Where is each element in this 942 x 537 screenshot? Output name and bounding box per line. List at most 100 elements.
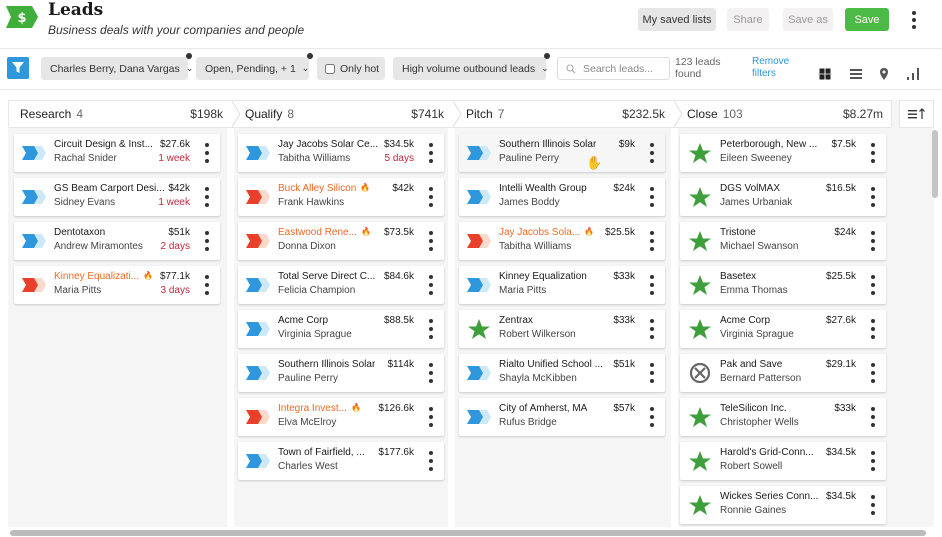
stage-header-research[interactable]: Research 4 $198k: [9, 101, 231, 127]
lead-card[interactable]: Dentotaxon Andrew Miramontes $51k 2 days: [14, 222, 220, 260]
lead-card[interactable]: Circuit Design & Inst... Rachal Snider $27…: [14, 134, 220, 172]
stage-header-pitch[interactable]: Pitch 7 $232.5k: [462, 101, 673, 127]
lead-company[interactable]: TeleSilicon Inc.: [720, 403, 787, 414]
vertical-scrollbar[interactable]: [932, 130, 938, 198]
grid-icon[interactable]: [818, 67, 832, 81]
filter-toggle-button[interactable]: [7, 57, 29, 79]
save-button[interactable]: Save: [845, 8, 889, 31]
bar-chart-icon[interactable]: [906, 67, 920, 81]
lead-company[interactable]: Southern Illinois Solar: [278, 359, 375, 370]
card-menu-button[interactable]: [203, 231, 211, 251]
lead-company[interactable]: Peterborough, New ...: [720, 139, 817, 150]
lead-card[interactable]: Basetex Emma Thomas $25.5k: [680, 266, 886, 304]
status-filter-dropdown[interactable]: Open, Pending, + 1 ⌄: [196, 53, 313, 80]
card-menu-button[interactable]: [869, 363, 877, 383]
lead-company[interactable]: Circuit Design & Inst...: [54, 139, 153, 150]
more-options-button[interactable]: [905, 9, 923, 31]
card-menu-button[interactable]: [648, 363, 656, 383]
lead-company[interactable]: Town of Fairfield, ...: [278, 447, 365, 458]
share-button[interactable]: Share: [727, 8, 769, 31]
card-menu-button[interactable]: [427, 363, 435, 383]
list-icon[interactable]: [849, 67, 863, 81]
stage-header-qualify[interactable]: Qualify 8 $741k: [241, 101, 452, 127]
card-menu-button[interactable]: [648, 275, 656, 295]
lead-card[interactable]: Eastwood Rene... 🔥 Donna Dixon $73.5k: [238, 222, 444, 260]
sort-button[interactable]: [899, 100, 934, 128]
horizontal-scrollbar[interactable]: [10, 530, 926, 536]
lead-company[interactable]: Eastwood Rene...: [278, 227, 357, 238]
lead-card[interactable]: Acme Corp Virginia Sprague $27.6k: [680, 310, 886, 348]
card-menu-button[interactable]: [427, 143, 435, 163]
lead-company[interactable]: Rialto Unified School ...: [499, 359, 603, 370]
map-pin-icon[interactable]: [877, 67, 891, 81]
lead-card[interactable]: Town of Fairfield, ... Charles West $177.6…: [238, 442, 444, 480]
card-menu-button[interactable]: [648, 143, 656, 163]
lead-card[interactable]: Wickes Series Conn... Ronnie Gaines $34.5k: [680, 486, 886, 524]
lead-company[interactable]: Buck Alley Silicon: [278, 183, 356, 194]
remove-filters-link[interactable]: Remove filters: [752, 56, 802, 80]
card-menu-button[interactable]: [427, 187, 435, 207]
card-menu-button[interactable]: [869, 495, 877, 515]
lead-company[interactable]: Dentotaxon: [54, 227, 105, 238]
card-menu-button[interactable]: [869, 187, 877, 207]
lead-card[interactable]: Tristone Michael Swanson $24k: [680, 222, 886, 260]
card-menu-button[interactable]: [869, 451, 877, 471]
lead-company[interactable]: Kinney Equalization: [499, 271, 587, 282]
lead-company[interactable]: Integra Invest...: [278, 403, 347, 414]
card-menu-button[interactable]: [203, 143, 211, 163]
lead-card[interactable]: Acme Corp Virginia Sprague $88.5k: [238, 310, 444, 348]
only-hot-filter[interactable]: Only hot: [317, 57, 385, 80]
lead-company[interactable]: Basetex: [720, 271, 756, 282]
saved-view-dropdown[interactable]: High volume outbound leads ⌄: [393, 53, 550, 80]
lead-company[interactable]: Jay Jacobs Solar Ce...: [278, 139, 378, 150]
lead-card[interactable]: Harold's Grid-Conn... Robert Sowell $34.5k: [680, 442, 886, 480]
lead-company[interactable]: Kinney Equalizati...: [54, 271, 139, 282]
lead-company[interactable]: DGS VolMAX: [720, 183, 780, 194]
card-menu-button[interactable]: [203, 275, 211, 295]
card-menu-button[interactable]: [869, 407, 877, 427]
search-input[interactable]: [583, 62, 663, 75]
lead-company[interactable]: City of Amherst, MA: [499, 403, 587, 414]
card-menu-button[interactable]: [203, 187, 211, 207]
lead-card[interactable]: Jay Jacobs Solar Ce... Tabitha Williams $3…: [238, 134, 444, 172]
lead-card[interactable]: DGS VolMAX James Urbaniak $16.5k: [680, 178, 886, 216]
lead-card[interactable]: Intelli Wealth Group James Boddy $24k: [459, 178, 665, 216]
lead-company[interactable]: Zentrax: [499, 315, 533, 326]
save-as-button[interactable]: Save as: [783, 8, 833, 31]
only-hot-checkbox[interactable]: [325, 63, 335, 74]
lead-card[interactable]: GS Beam Carport Desi... Sidney Evans $42k 1…: [14, 178, 220, 216]
lead-company[interactable]: Acme Corp: [720, 315, 770, 326]
lead-card[interactable]: Pak and Save Bernard Patterson $29.1k: [680, 354, 886, 392]
lead-card[interactable]: Rialto Unified School ... Shayla McKibben…: [459, 354, 665, 392]
card-menu-button[interactable]: [869, 231, 877, 251]
lead-company[interactable]: Total Serve Direct C...: [278, 271, 375, 282]
my-saved-lists-button[interactable]: My saved lists: [638, 8, 716, 31]
card-menu-button[interactable]: [869, 319, 877, 339]
lead-company[interactable]: Intelli Wealth Group: [499, 183, 587, 194]
lead-card[interactable]: Southern Illinois Solar Pauline Perry $9k: [459, 134, 665, 172]
card-menu-button[interactable]: [869, 143, 877, 163]
lead-company[interactable]: Wickes Series Conn...: [720, 491, 818, 502]
stage-header-close[interactable]: Close 103 $8.27m: [683, 101, 891, 127]
card-menu-button[interactable]: [427, 451, 435, 471]
lead-card[interactable]: Zentrax Robert Wilkerson $33k: [459, 310, 665, 348]
lead-company[interactable]: GS Beam Carport Desi...: [54, 183, 165, 194]
lead-card[interactable]: Kinney Equalizati... 🔥 Maria Pitts $77.1k 3 …: [14, 266, 220, 304]
card-menu-button[interactable]: [427, 231, 435, 251]
lead-company[interactable]: Acme Corp: [278, 315, 328, 326]
lead-card[interactable]: TeleSilicon Inc. Christopher Wells $33k: [680, 398, 886, 436]
lead-card[interactable]: Peterborough, New ... Eileen Sweeney $7.5k: [680, 134, 886, 172]
card-menu-button[interactable]: [648, 319, 656, 339]
lead-card[interactable]: Total Serve Direct C... Felicia Champion $…: [238, 266, 444, 304]
card-menu-button[interactable]: [648, 187, 656, 207]
lead-company[interactable]: Pak and Save: [720, 359, 782, 370]
lead-card[interactable]: Integra Invest... 🔥 Elva McElroy $126.6k: [238, 398, 444, 436]
search-box[interactable]: [557, 57, 670, 80]
lead-company[interactable]: Tristone: [720, 227, 756, 238]
card-menu-button[interactable]: [427, 275, 435, 295]
lead-card[interactable]: Southern Illinois Solar Pauline Perry $114…: [238, 354, 444, 392]
card-menu-button[interactable]: [648, 407, 656, 427]
lead-company[interactable]: Jay Jacobs Sola...: [499, 227, 580, 238]
card-menu-button[interactable]: [427, 319, 435, 339]
card-menu-button[interactable]: [427, 407, 435, 427]
